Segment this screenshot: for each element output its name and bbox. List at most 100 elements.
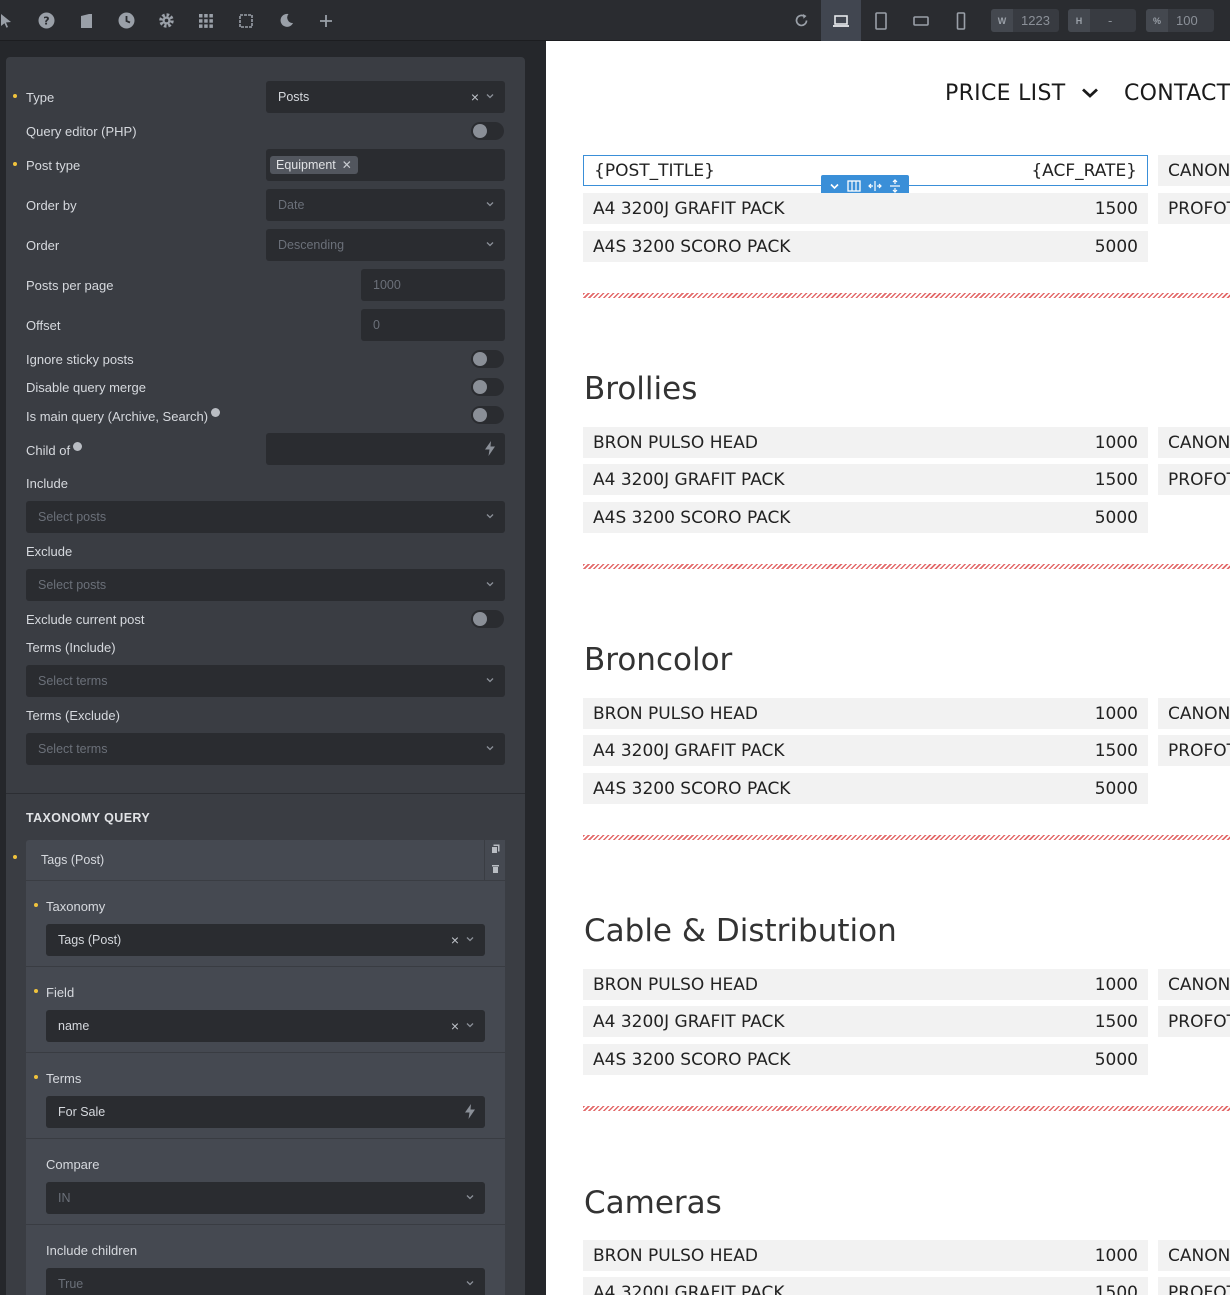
chevron-down-icon — [466, 1023, 474, 1028]
chevron-down-icon — [486, 242, 494, 247]
terms-input[interactable]: For Sale — [46, 1096, 485, 1128]
required-dot — [34, 903, 38, 907]
list-item: CANON — [1158, 427, 1230, 458]
pointer-icon[interactable] — [0, 0, 26, 41]
remove-tag-icon[interactable]: ✕ — [342, 158, 352, 172]
include-select[interactable]: Select posts — [26, 501, 505, 533]
item-name: CANON — [1168, 703, 1230, 724]
duplicate-icon[interactable] — [491, 844, 500, 854]
section-divider — [583, 1106, 1230, 1111]
height-resize-icon[interactable] — [889, 179, 901, 193]
pages-icon[interactable] — [66, 0, 106, 41]
clear-icon[interactable]: × — [451, 1018, 459, 1034]
nav-price-list[interactable]: PRICE LIST — [945, 81, 1099, 106]
phone-landscape-icon[interactable] — [901, 0, 941, 41]
laptop-view-icon[interactable] — [821, 0, 861, 41]
type-value: Posts — [278, 90, 310, 104]
item-price: 5000 — [1094, 507, 1138, 528]
offset-input[interactable]: 0 — [361, 309, 505, 341]
phone-portrait-icon[interactable] — [941, 0, 981, 41]
required-dot — [13, 855, 17, 859]
post-type-select[interactable]: Equipment ✕ — [266, 149, 505, 181]
item-price: 1000 — [1094, 974, 1138, 995]
field-select[interactable]: name × — [46, 1010, 485, 1042]
dynamic-data-bolt-icon[interactable] — [485, 441, 495, 456]
posts-per-page-input[interactable]: 1000 — [361, 269, 505, 301]
item-name: BRON PULSO HEAD — [593, 703, 758, 724]
order-select[interactable]: Descending — [266, 229, 505, 261]
add-plus-icon[interactable] — [306, 0, 346, 41]
post-type-tag-label: Equipment — [276, 158, 336, 172]
required-dot — [13, 162, 17, 166]
list-item: PROFOTO — [1158, 464, 1230, 495]
compare-select[interactable]: IN — [46, 1182, 485, 1214]
item-name: PROFOTO — [1168, 1011, 1230, 1032]
acf-rate-tag: {ACF_RATE} — [1031, 160, 1137, 181]
help-icon[interactable]: ? — [26, 0, 66, 41]
settings-gear-icon[interactable] — [146, 0, 186, 41]
dark-mode-moon-icon[interactable] — [266, 0, 306, 41]
main-query-label: Is main query (Archive, Search) — [26, 409, 209, 424]
chevron-down-icon — [486, 746, 494, 751]
chevron-down-icon[interactable] — [829, 181, 840, 192]
page-preview-canvas[interactable]: PRICE LIST CONTACT {POST_TITLE} {ACF_RAT… — [546, 41, 1230, 1295]
item-name: CANON — [1168, 974, 1230, 995]
query-editor-toggle[interactable] — [471, 122, 504, 140]
height-input[interactable]: H - — [1068, 9, 1136, 32]
disable-merge-toggle[interactable] — [471, 378, 504, 396]
history-clock-icon[interactable] — [106, 0, 146, 41]
table-row: A4 3200J GRAFIT PACK 1500 — [583, 735, 1148, 766]
zoom-input[interactable]: % 100 — [1146, 9, 1214, 32]
order-by-select[interactable]: Date — [266, 189, 505, 221]
child-of-input[interactable] — [266, 433, 505, 465]
item-price: 1500 — [1094, 740, 1138, 761]
item-price: 1500 — [1094, 469, 1138, 490]
terms-include-select[interactable]: Select terms — [26, 665, 505, 697]
exclude-select[interactable]: Select posts — [26, 569, 505, 601]
type-select[interactable]: Posts × — [266, 81, 505, 113]
info-icon[interactable] — [211, 408, 221, 417]
clear-icon[interactable]: × — [471, 89, 479, 105]
dynamic-data-bolt-icon[interactable] — [465, 1104, 475, 1119]
delete-trash-icon[interactable] — [492, 865, 499, 873]
width-input[interactable]: W 1223 — [991, 9, 1059, 32]
main-query-toggle[interactable] — [471, 406, 504, 424]
taxonomy-item-header[interactable]: Tags (Post) — [26, 840, 484, 880]
terms-exclude-select[interactable]: Select terms — [26, 733, 505, 765]
compare-placeholder: IN — [58, 1191, 71, 1205]
clear-icon[interactable]: × — [451, 932, 459, 948]
table-row: BRON PULSO HEAD 1000 — [583, 698, 1148, 729]
table-row: A4 3200J GRAFIT PACK 1500 — [583, 193, 1148, 224]
table-row: BRON PULSO HEAD 1000 — [583, 1240, 1148, 1271]
frame-outline-icon[interactable] — [226, 0, 266, 41]
refresh-icon[interactable] — [781, 0, 821, 41]
item-name: A4S 3200 SCORO PACK — [593, 778, 791, 799]
sub-separator — [26, 966, 505, 967]
required-dot — [34, 1075, 38, 1079]
taxonomy-item-actions — [484, 840, 505, 880]
exclude-current-toggle[interactable] — [471, 610, 504, 628]
ignore-sticky-label: Ignore sticky posts — [26, 352, 134, 367]
info-icon[interactable] — [73, 442, 83, 451]
main-query-label-wrap: Is main query (Archive, Search) — [26, 408, 221, 424]
include-children-select[interactable]: True — [46, 1268, 485, 1295]
grid-icon[interactable] — [186, 0, 226, 41]
taxonomy-select[interactable]: Tags (Post) × — [46, 924, 485, 956]
child-of-label-wrap: Child of — [26, 442, 83, 458]
child-of-label: Child of — [26, 443, 71, 458]
item-name: PROFOTO — [1168, 198, 1230, 219]
table-row: A4 3200J GRAFIT PACK 1500 — [583, 464, 1148, 495]
width-resize-icon[interactable] — [868, 180, 882, 192]
nav-contact[interactable]: CONTACT — [1124, 81, 1230, 106]
columns-icon[interactable] — [847, 180, 861, 192]
item-price: 5000 — [1094, 1049, 1138, 1070]
query-editor-label: Query editor (PHP) — [26, 124, 137, 139]
ignore-sticky-toggle[interactable] — [471, 350, 504, 368]
nav-contact-label: CONTACT — [1124, 81, 1230, 106]
chevron-down-icon — [466, 1195, 474, 1200]
section-divider — [583, 564, 1230, 569]
include-placeholder: Select posts — [38, 510, 107, 524]
include-children-placeholder: True — [58, 1277, 84, 1291]
tablet-portrait-icon[interactable] — [861, 0, 901, 41]
taxonomy-value: Tags (Post) — [58, 933, 122, 947]
